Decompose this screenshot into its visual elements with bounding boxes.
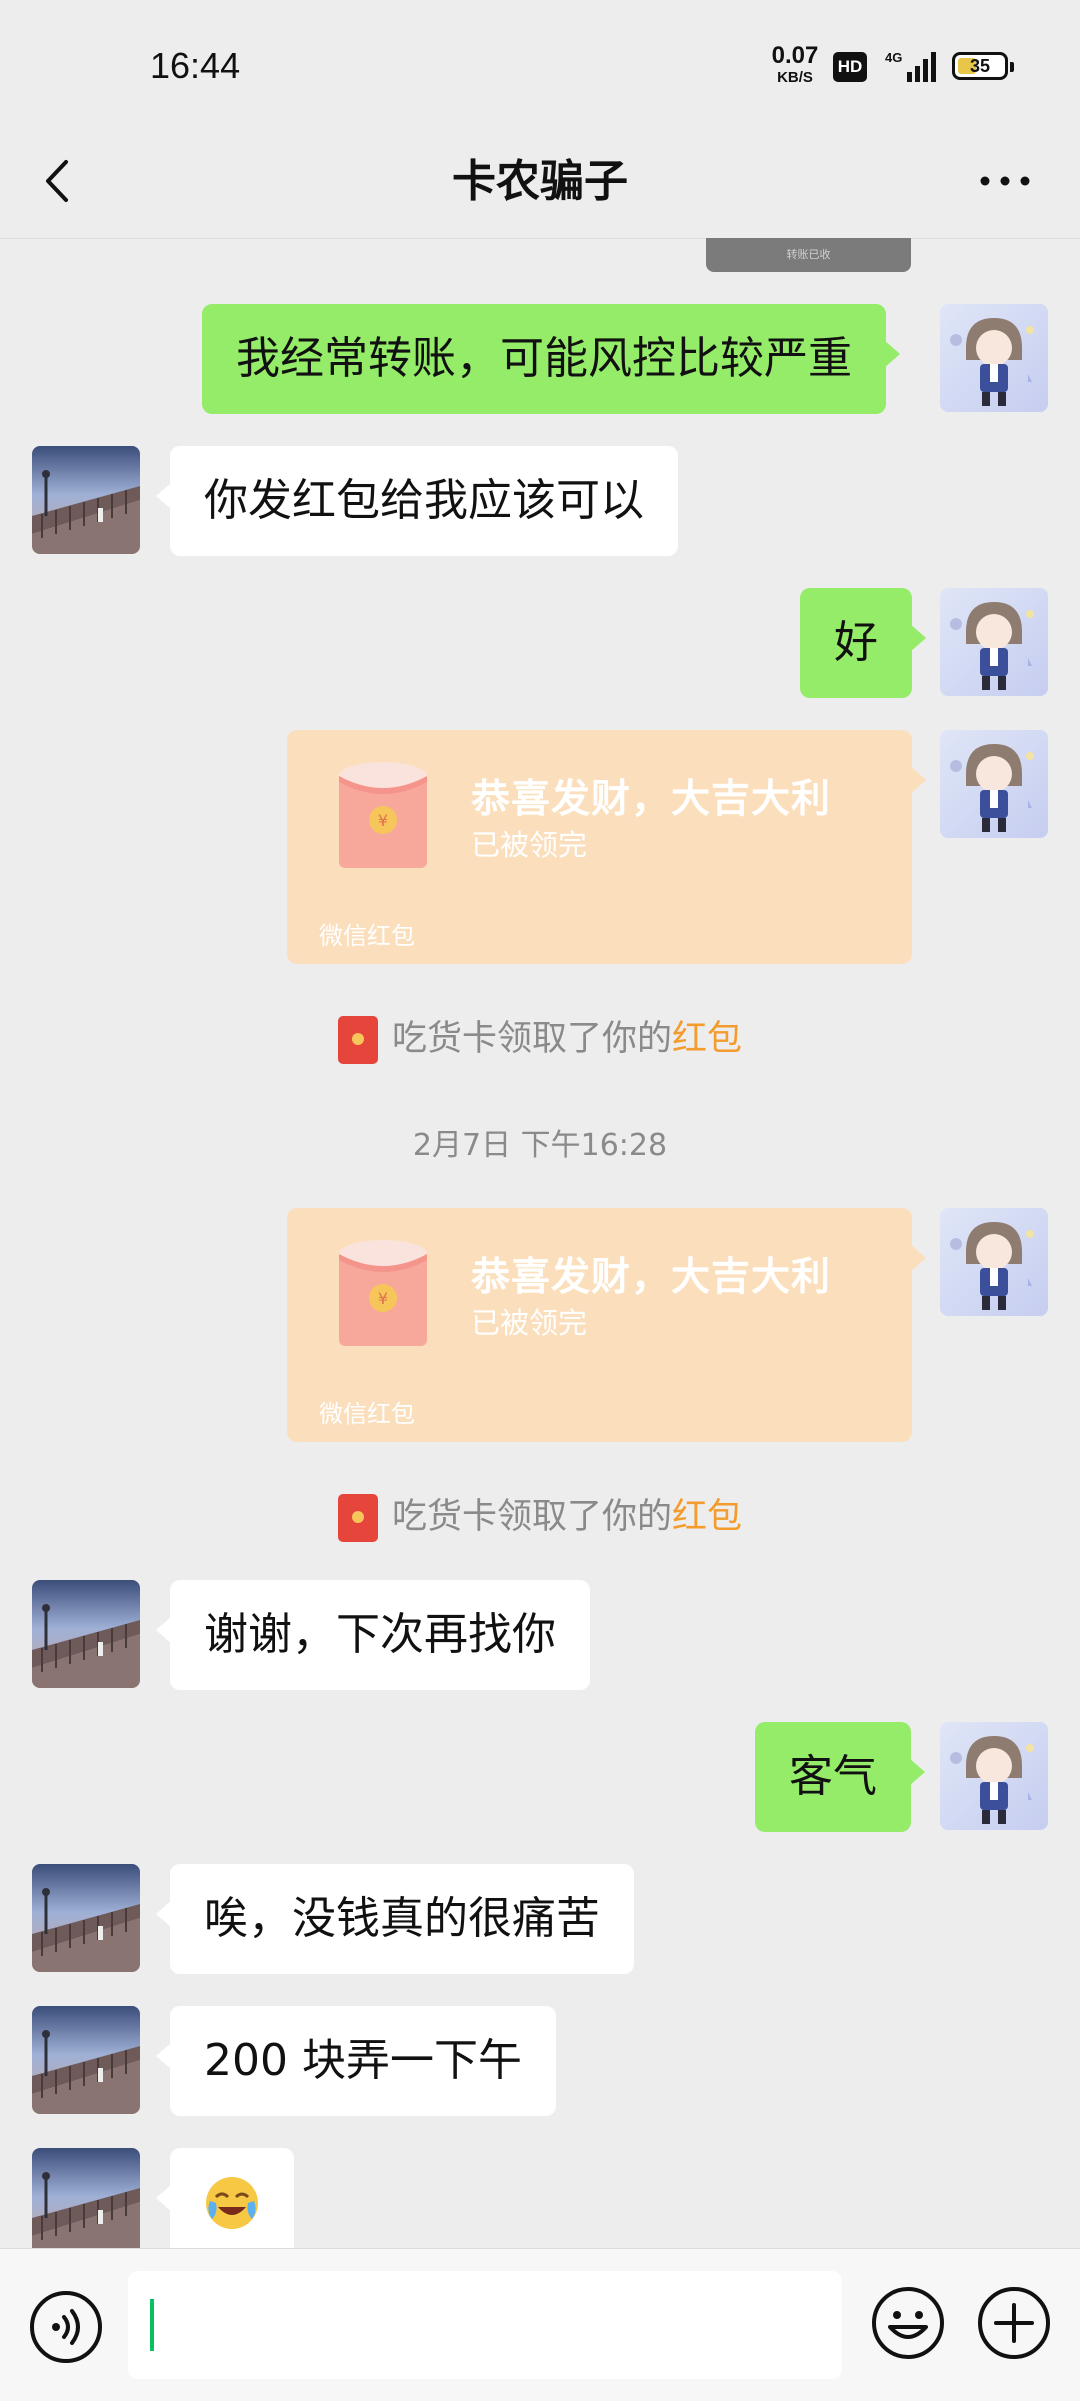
voice-input-icon (30, 2291, 102, 2363)
chat-title: 卡农骗子 (452, 156, 628, 207)
more-dots-icon (980, 176, 1030, 186)
plus-icon (978, 2287, 1050, 2359)
network-type-label: 4G (885, 50, 902, 65)
red-packet-greeting: 恭喜发财，大吉大利 (471, 777, 832, 822)
red-packet-status: 已被领完 (471, 828, 588, 862)
red-packet-status: 已被领完 (471, 1306, 588, 1340)
back-button[interactable] (30, 146, 100, 216)
avatar-image (940, 588, 1048, 696)
red-packet-brand: 微信红包 (319, 922, 415, 950)
emoji-icon (872, 2287, 944, 2359)
message-bubble-received-emoji[interactable] (156, 2148, 294, 2248)
my-avatar[interactable] (940, 304, 1048, 412)
red-packet-link[interactable]: 红包 (672, 1497, 742, 1537)
red-packet-icon (337, 1494, 378, 1542)
red-packet-link[interactable]: 红包 (672, 1019, 742, 1059)
emoji-button[interactable] (870, 2285, 946, 2361)
network-speed: 0.07 KB/S (765, 42, 825, 86)
red-packet-card[interactable]: 恭喜发财，大吉大利 已被领完 微信红包 (287, 730, 926, 964)
input-bar (0, 2248, 1080, 2401)
signal-icon: 4G (885, 48, 937, 84)
network-speed-unit: KB/S (777, 69, 813, 86)
my-avatar[interactable] (940, 730, 1048, 838)
message-bubble-sent[interactable]: 客气 (755, 1722, 925, 1832)
red-packet-card[interactable]: 恭喜发财，大吉大利 已被领完 微信红包 (287, 1208, 926, 1442)
my-avatar[interactable] (940, 1722, 1048, 1830)
red-envelope-icon (339, 762, 427, 868)
red-packet-icon (337, 1016, 378, 1064)
message-bubble-received[interactable]: 唉，没钱真的很痛苦 (156, 1864, 634, 1974)
face-with-tears-of-joy-icon (206, 2177, 258, 2229)
avatar-image (32, 1864, 140, 1972)
more-button[interactable] (970, 146, 1040, 216)
system-message: 吃货卡领取了你的红包 (0, 1010, 1080, 1064)
avatar-image (940, 1722, 1048, 1830)
chat-header: 卡农骗子 (0, 130, 1080, 239)
message-bubble-sent[interactable]: 好 (800, 588, 926, 698)
voice-button[interactable] (28, 2289, 104, 2365)
avatar-image (32, 446, 140, 554)
network-speed-value: 0.07 (771, 42, 819, 69)
message-input[interactable] (128, 2271, 842, 2379)
chevron-left-icon (46, 160, 68, 202)
chat-message-list[interactable]: 转账已收 我经常转账，可能风控比较严重 你发红包给我应该可以 好 恭喜发财，大吉… (0, 238, 1080, 2248)
red-packet-brand: 微信红包 (319, 1400, 415, 1428)
transfer-card-label: 转账已收 (786, 248, 831, 261)
message-bubble-sent[interactable]: 我经常转账，可能风控比较严重 (202, 304, 900, 414)
contact-avatar[interactable] (32, 446, 140, 554)
avatar-image (32, 2006, 140, 2114)
contact-avatar[interactable] (32, 1864, 140, 1972)
message-timestamp: 2月7日 下午16:28 (412, 1128, 668, 1163)
hd-icon: HD (833, 52, 867, 82)
my-avatar[interactable] (940, 1208, 1048, 1316)
avatar-image (940, 1208, 1048, 1316)
red-envelope-icon (339, 1240, 427, 1346)
system-message-text: 吃货卡领取了你的 (391, 1019, 672, 1059)
system-message: 吃货卡领取了你的红包 (0, 1488, 1080, 1542)
avatar-image (940, 730, 1048, 838)
transfer-card-partial[interactable]: 转账已收 (706, 238, 911, 272)
battery-level: 35 (969, 56, 991, 76)
message-bubble-received[interactable]: 谢谢，下次再找你 (156, 1580, 590, 1690)
text-cursor (150, 2299, 154, 2351)
contact-avatar[interactable] (32, 2006, 140, 2114)
avatar-image (32, 1580, 140, 1688)
battery-icon: 35 (952, 52, 1014, 80)
status-time: 16:44 (150, 45, 241, 86)
status-bar: 16:44 0.07 KB/S HD 4G 35 (0, 0, 1080, 130)
contact-avatar[interactable] (32, 2148, 140, 2248)
avatar-image (940, 304, 1048, 412)
message-bubble-received[interactable]: 200 块弄一下午 (156, 2006, 556, 2116)
message-bubble-received[interactable]: 你发红包给我应该可以 (156, 446, 678, 556)
system-message-text: 吃货卡领取了你的 (391, 1497, 672, 1537)
my-avatar[interactable] (940, 588, 1048, 696)
avatar-image (32, 2148, 140, 2248)
red-packet-greeting: 恭喜发财，大吉大利 (471, 1255, 832, 1300)
contact-avatar[interactable] (32, 1580, 140, 1688)
more-functions-button[interactable] (976, 2285, 1052, 2361)
